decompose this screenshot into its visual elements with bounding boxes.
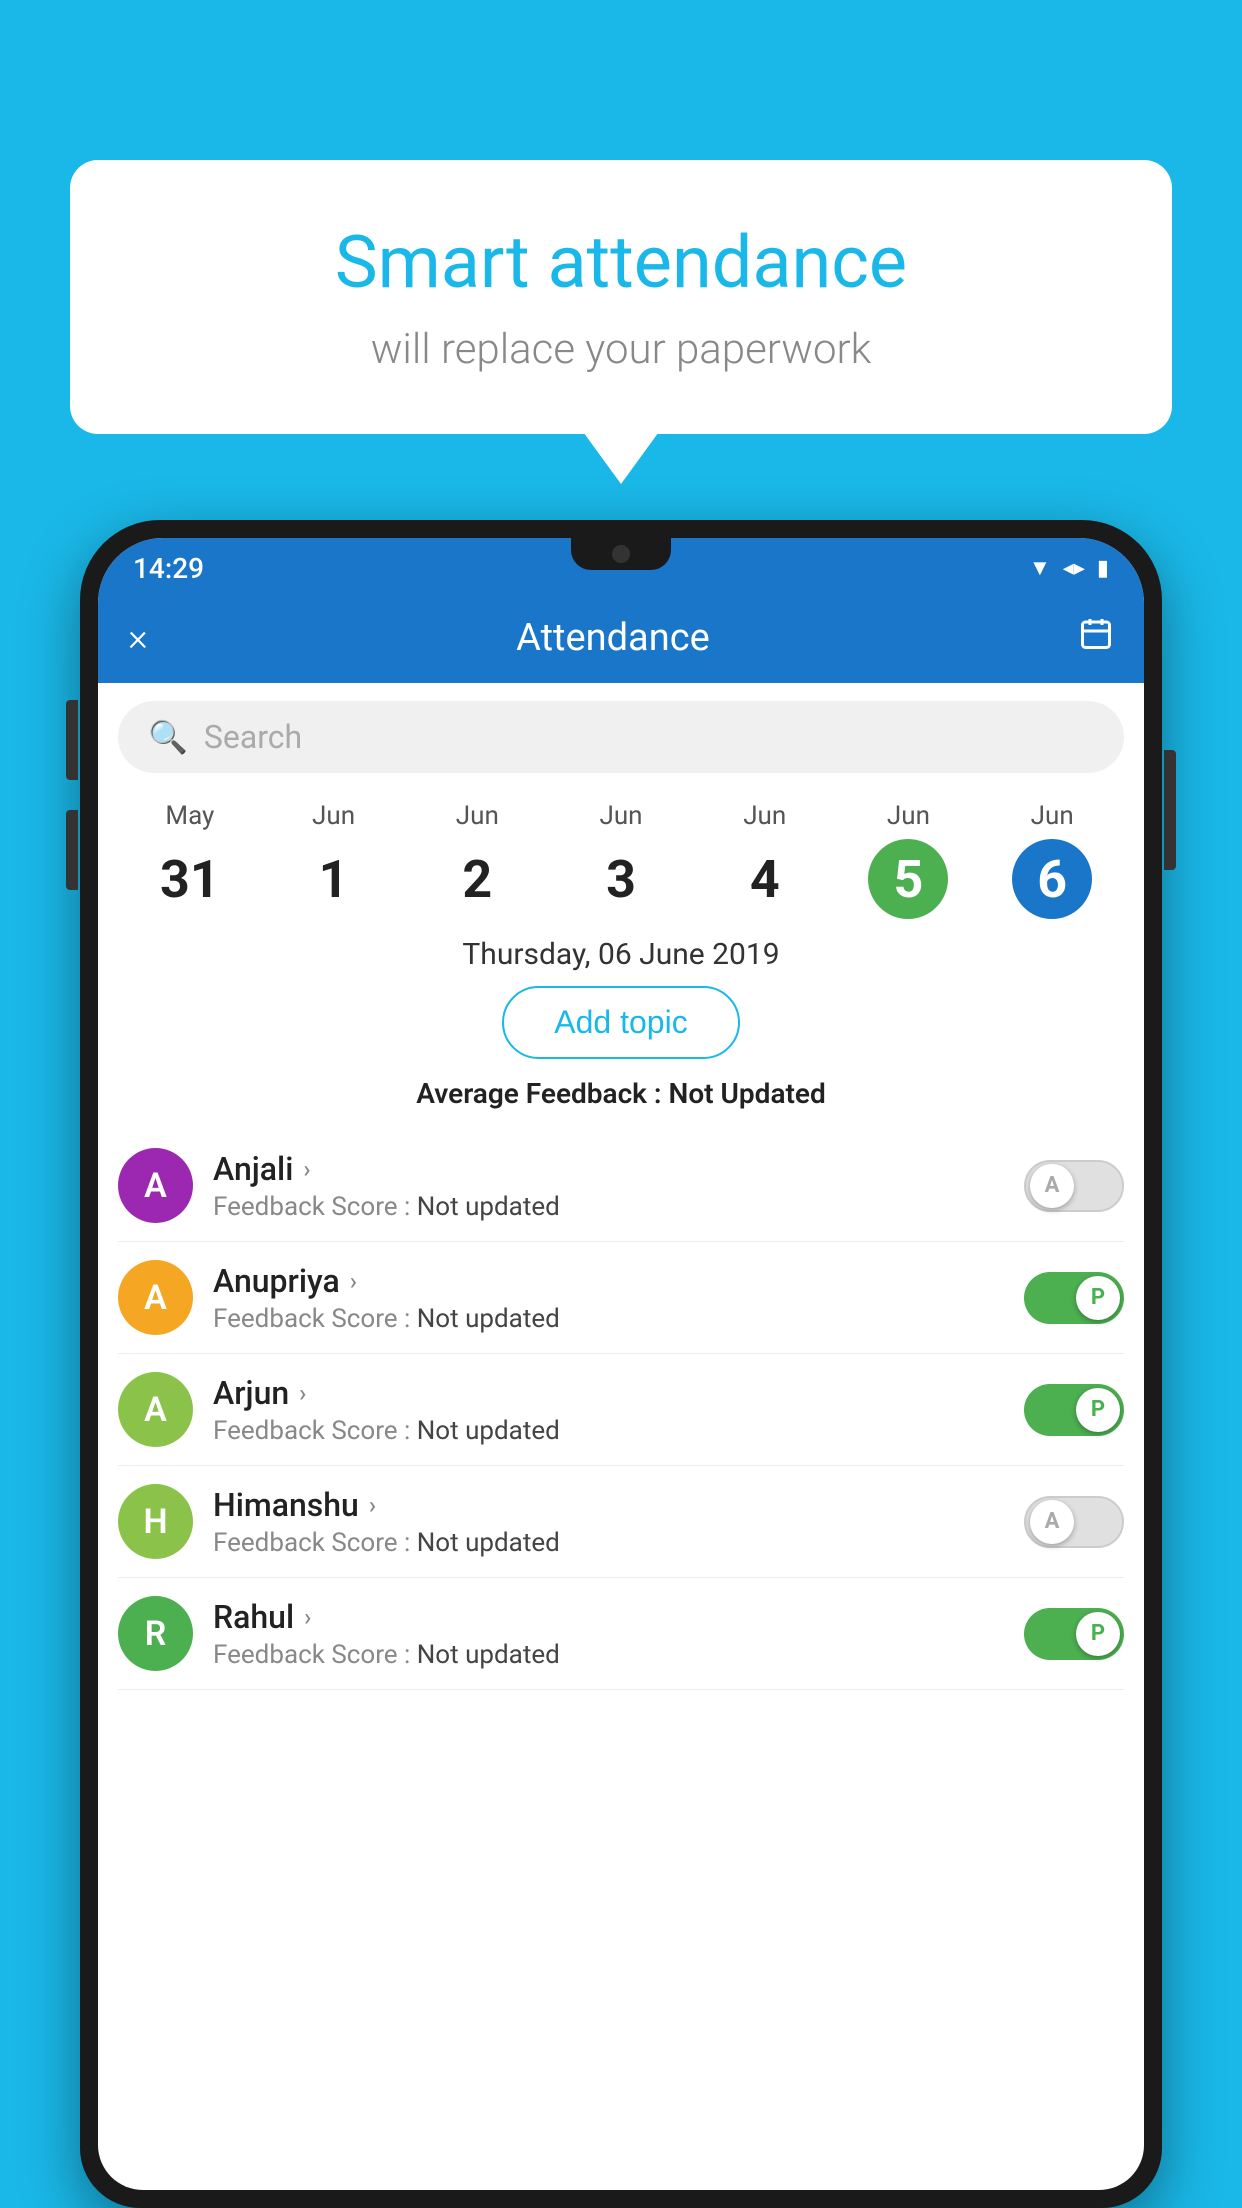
cal-date-4[interactable]: 4 xyxy=(725,839,805,919)
battery-icon: ▮ xyxy=(1097,556,1109,581)
student-feedback-0: Feedback Score : Not updated xyxy=(213,1192,1004,1222)
calendar-day-0[interactable]: May 31 xyxy=(118,801,262,919)
toggle-knob-0: A xyxy=(1030,1164,1074,1208)
speech-bubble: Smart attendance will replace your paper… xyxy=(70,160,1172,434)
attendance-toggle-0[interactable]: A xyxy=(1024,1160,1124,1212)
cal-date-1[interactable]: 1 xyxy=(294,839,374,919)
student-name-1: Anupriya › xyxy=(213,1262,1004,1300)
status-time: 14:29 xyxy=(133,552,204,585)
attendance-toggle-3[interactable]: A xyxy=(1024,1496,1124,1548)
search-icon: 🔍 xyxy=(148,718,188,756)
front-camera xyxy=(612,545,630,563)
calendar-icon[interactable] xyxy=(1078,616,1114,660)
attendance-toggle-1[interactable]: P xyxy=(1024,1272,1124,1324)
chevron-icon: › xyxy=(350,1267,357,1295)
speech-bubble-subtitle: will replace your paperwork xyxy=(150,325,1092,374)
student-info-2: Arjun › Feedback Score : Not updated xyxy=(213,1374,1004,1446)
selected-date-label: Thursday, 06 June 2019 xyxy=(98,929,1144,986)
search-input[interactable]: Search xyxy=(204,718,302,756)
toggle-knob-1: P xyxy=(1076,1276,1120,1320)
cal-month-4: Jun xyxy=(743,801,786,831)
cal-month-5: Jun xyxy=(887,801,930,831)
attendance-toggle-2[interactable]: P xyxy=(1024,1384,1124,1436)
chevron-icon: › xyxy=(299,1379,306,1407)
student-list: AAnjali ›Feedback Score : Not updatedAAA… xyxy=(98,1130,1144,1690)
student-feedback-1: Feedback Score : Not updated xyxy=(213,1304,1004,1334)
student-name-0: Anjali › xyxy=(213,1150,1004,1188)
student-avatar-0: A xyxy=(118,1148,193,1223)
phone-notch xyxy=(571,538,671,570)
chevron-icon: › xyxy=(304,1603,311,1631)
student-feedback-2: Feedback Score : Not updated xyxy=(213,1416,1004,1446)
student-info-0: Anjali › Feedback Score : Not updated xyxy=(213,1150,1004,1222)
add-topic-button[interactable]: Add topic xyxy=(502,986,739,1059)
cal-month-6: Jun xyxy=(1031,801,1074,831)
student-feedback-4: Feedback Score : Not updated xyxy=(213,1640,1004,1670)
student-info-4: Rahul › Feedback Score : Not updated xyxy=(213,1598,1004,1670)
phone-screen: 14:29 ▼ ◂▸ ▮ × Attendance 🔍 S xyxy=(98,538,1144,2190)
cal-date-0[interactable]: 31 xyxy=(150,839,230,919)
cal-date-3[interactable]: 3 xyxy=(581,839,661,919)
toggle-knob-2: P xyxy=(1076,1388,1120,1432)
calendar-day-4[interactable]: Jun 4 xyxy=(693,801,837,919)
volume-down-button[interactable] xyxy=(66,810,78,890)
calendar-day-6[interactable]: Jun 6 xyxy=(980,801,1124,919)
cal-month-0: May xyxy=(165,801,214,831)
student-name-3: Himanshu › xyxy=(213,1486,1004,1524)
power-button[interactable] xyxy=(1164,750,1176,870)
cal-date-5[interactable]: 5 xyxy=(868,839,948,919)
volume-up-button[interactable] xyxy=(66,700,78,780)
avg-feedback-label: Average Feedback : xyxy=(416,1077,668,1110)
cal-month-1: Jun xyxy=(312,801,355,831)
chevron-icon: › xyxy=(369,1491,376,1519)
student-info-1: Anupriya › Feedback Score : Not updated xyxy=(213,1262,1004,1334)
cal-month-2: Jun xyxy=(456,801,499,831)
attendance-toggle-4[interactable]: P xyxy=(1024,1608,1124,1660)
calendar-day-5[interactable]: Jun 5 xyxy=(837,801,981,919)
student-avatar-2: A xyxy=(118,1372,193,1447)
student-avatar-4: R xyxy=(118,1596,193,1671)
header-title: Attendance xyxy=(516,616,710,660)
speech-bubble-title: Smart attendance xyxy=(150,220,1092,305)
toggle-knob-3: A xyxy=(1030,1500,1074,1544)
calendar-day-2[interactable]: Jun 2 xyxy=(405,801,549,919)
signal-icon: ◂▸ xyxy=(1063,556,1085,581)
student-name-2: Arjun › xyxy=(213,1374,1004,1412)
student-item-0[interactable]: A Anjali › Feedback Score : Not updated A xyxy=(118,1130,1124,1242)
student-item-1[interactable]: A Anupriya › Feedback Score : Not updated P xyxy=(118,1242,1124,1354)
student-item-3[interactable]: H Himanshu › Feedback Score : Not updated A xyxy=(118,1466,1124,1578)
student-info-3: Himanshu › Feedback Score : Not updated xyxy=(213,1486,1004,1558)
student-name-4: Rahul › xyxy=(213,1598,1004,1636)
student-item-2[interactable]: A Arjun › Feedback Score : Not updated P xyxy=(118,1354,1124,1466)
cal-date-6[interactable]: 6 xyxy=(1012,839,1092,919)
calendar-day-3[interactable]: Jun 3 xyxy=(549,801,693,919)
toggle-knob-4: P xyxy=(1076,1612,1120,1656)
chevron-icon: › xyxy=(303,1155,310,1183)
search-bar[interactable]: 🔍 Search xyxy=(118,701,1124,773)
avg-feedback-value: Not Updated xyxy=(669,1077,826,1110)
speech-bubble-container: Smart attendance will replace your paper… xyxy=(70,160,1172,434)
cal-month-3: Jun xyxy=(599,801,642,831)
student-feedback-3: Feedback Score : Not updated xyxy=(213,1528,1004,1558)
calendar-strip: May 31 Jun 1 Jun 2 Jun 3 Jun 4 Jun 5 Jun 6 xyxy=(98,791,1144,929)
phone-frame: 14:29 ▼ ◂▸ ▮ × Attendance 🔍 S xyxy=(80,520,1162,2208)
student-avatar-3: H xyxy=(118,1484,193,1559)
status-icons: ▼ ◂▸ ▮ xyxy=(1029,555,1109,581)
close-button[interactable]: × xyxy=(128,616,148,660)
wifi-icon: ▼ xyxy=(1029,555,1051,581)
app-header: × Attendance xyxy=(98,593,1144,683)
average-feedback: Average Feedback : Not Updated xyxy=(98,1077,1144,1110)
student-avatar-1: A xyxy=(118,1260,193,1335)
calendar-day-1[interactable]: Jun 1 xyxy=(262,801,406,919)
student-item-4[interactable]: R Rahul › Feedback Score : Not updated P xyxy=(118,1578,1124,1690)
cal-date-2[interactable]: 2 xyxy=(437,839,517,919)
